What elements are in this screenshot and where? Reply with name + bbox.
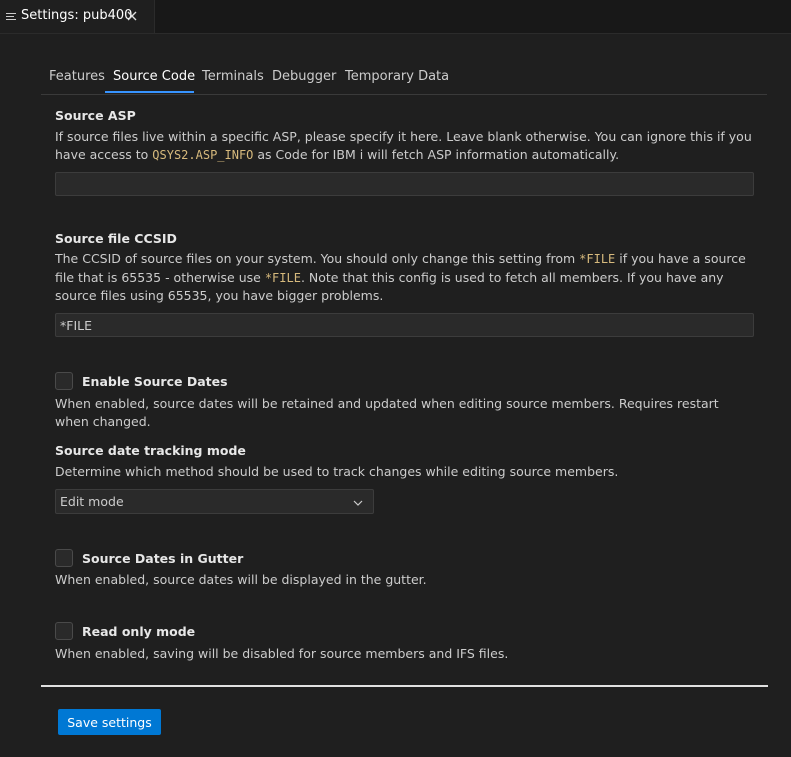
source-asp-desc-text-end: as Code for IBM i will fetch ASP informa…	[253, 146, 620, 162]
divider	[41, 685, 768, 687]
source-dates-gutter-description: When enabled, source dates will be displ…	[55, 572, 427, 587]
source-asp-label: Source ASP	[55, 108, 136, 123]
chevron-down-icon	[353, 497, 363, 507]
tracking-mode-selected-value: Edit mode	[60, 494, 124, 509]
source-asp-input[interactable]	[55, 172, 754, 196]
tab-debugger[interactable]: Debugger	[272, 69, 336, 84]
source-asp-description: If source files live within a specific A…	[55, 128, 755, 164]
editor-tab-title: Settings: pub400	[21, 8, 133, 23]
enable-source-dates-description: When enabled, source dates will be retai…	[55, 396, 719, 429]
settings-section-tabs: Features Source Code Terminals Debugger …	[41, 60, 767, 95]
read-only-mode-checkbox[interactable]	[55, 622, 73, 640]
source-dates-gutter-checkbox[interactable]	[55, 549, 73, 567]
source-ccsid-desc-text: The CCSID of source files on your system…	[55, 251, 580, 266]
enable-source-dates-checkbox[interactable]	[55, 372, 73, 390]
source-ccsid-label: Source file CCSID	[55, 231, 177, 246]
editor-tab-settings[interactable]: Settings: pub400	[0, 0, 155, 33]
tracking-mode-description: Determine which method should be used to…	[55, 464, 619, 479]
tracking-mode-label: Source date tracking mode	[55, 443, 246, 458]
source-ccsid-description: The CCSID of source files on your system…	[55, 250, 755, 305]
tab-temporary-data[interactable]: Temporary Data	[345, 69, 449, 84]
close-icon[interactable]	[125, 9, 139, 23]
source-ccsid-desc-code-2: *FILE	[264, 270, 301, 285]
source-ccsid-input[interactable]	[55, 313, 754, 337]
tab-features[interactable]: Features	[49, 69, 105, 84]
read-only-mode-description: When enabled, saving will be disabled fo…	[55, 646, 509, 661]
editor-tab-bar: Settings: pub400	[0, 0, 791, 34]
save-settings-button[interactable]: Save settings	[58, 709, 161, 735]
source-ccsid-desc-code-1: *FILE	[579, 252, 616, 266]
tracking-mode-select[interactable]: Edit mode	[55, 489, 374, 514]
source-dates-gutter-label: Source Dates in Gutter	[82, 551, 244, 566]
tab-terminals[interactable]: Terminals	[202, 69, 264, 84]
source-asp-desc-code: QSYS2.ASP_INFO	[152, 147, 254, 162]
tab-source-code[interactable]: Source Code	[113, 69, 195, 84]
active-tab-indicator	[105, 91, 194, 93]
read-only-mode-label: Read only mode	[82, 624, 196, 639]
enable-source-dates-label: Enable Source Dates	[82, 374, 228, 389]
settings-file-icon	[6, 11, 16, 21]
